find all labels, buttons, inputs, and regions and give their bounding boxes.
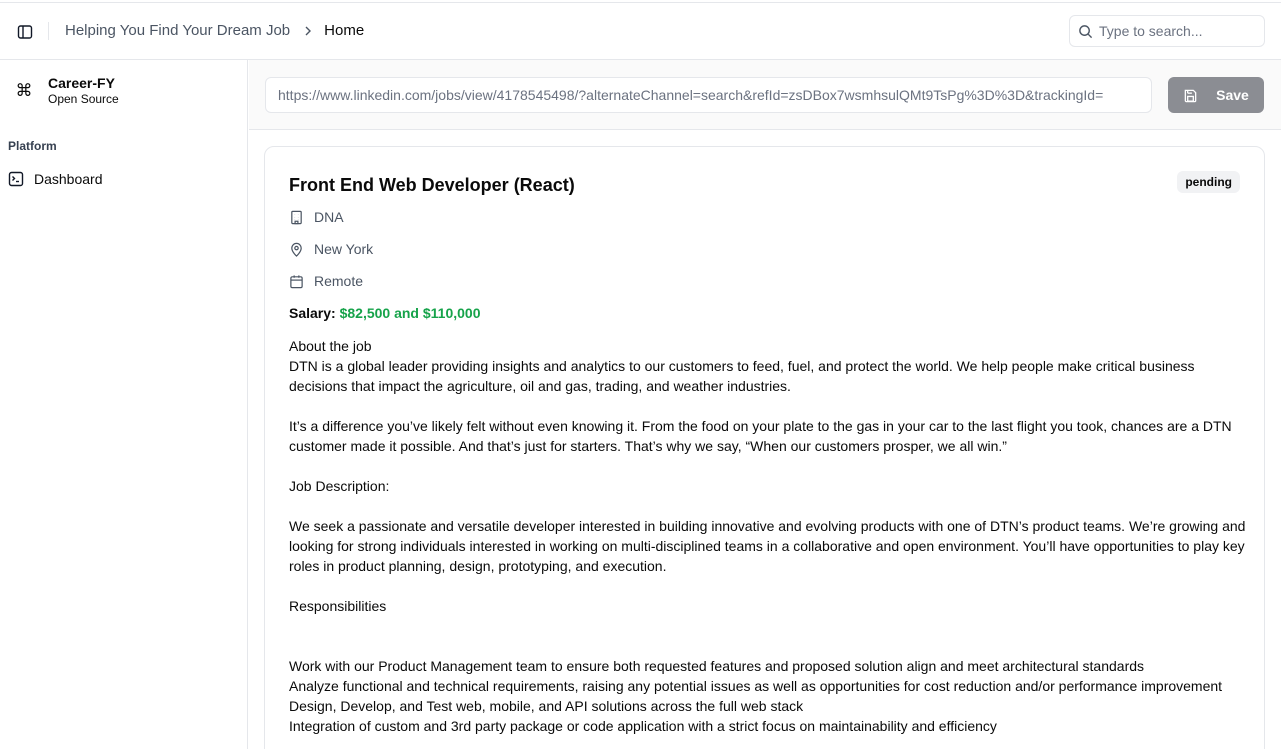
command-icon: ⌘ (15, 80, 33, 100)
salary-value: $82,500 and $110,000 (339, 305, 481, 321)
sidebar-section-platform: Platform (8, 139, 57, 153)
panel-left-icon (17, 25, 33, 39)
responsibility-item: Work with our Product Management team to… (289, 658, 1145, 674)
job-description-paragraph: We seek a passionate and versatile devel… (289, 518, 1246, 574)
top-header: Helping You Find Your Dream Job Home (0, 4, 1281, 60)
about-paragraph-2: It’s a difference you’ve likely felt wit… (289, 418, 1232, 454)
search-input[interactable] (1099, 23, 1259, 39)
map-pin-icon (291, 242, 302, 257)
brand-title: Career-FY (48, 75, 115, 91)
location-row: New York (289, 241, 373, 257)
terminal-square-icon (8, 171, 24, 187)
job-description: About the job DTN is a global leader pro… (289, 336, 1249, 736)
salary-row: Salary: $82,500 and $110,000 (289, 305, 481, 321)
work-type-row: Remote (289, 273, 363, 289)
sidebar: ⌘ Career-FY Open Source Platform Dashboa… (0, 60, 248, 749)
breadcrumb-link-home[interactable]: Helping You Find Your Dream Job (65, 22, 290, 39)
sidebar-item-label: Dashboard (34, 171, 103, 187)
responsibility-item: Analyze functional and technical require… (289, 678, 1223, 694)
save-button[interactable]: Save (1168, 77, 1264, 113)
header-divider (48, 22, 49, 40)
job-card: Front End Web Developer (React) pending … (264, 146, 1265, 749)
url-toolbar: Save (249, 60, 1281, 130)
responsibility-item: Integration of custom and 3rd party pack… (289, 718, 997, 734)
sidebar-toggle-button[interactable] (14, 21, 36, 43)
job-location: New York (314, 241, 374, 257)
job-url-input[interactable] (265, 77, 1152, 113)
salary-label: Salary: (289, 305, 336, 321)
job-description-heading: Job Description: (289, 478, 390, 494)
about-paragraph-1: DTN is a global leader providing insight… (289, 358, 1195, 394)
job-title: Front End Web Developer (React) (289, 175, 575, 195)
sidebar-item-dashboard[interactable]: Dashboard (8, 168, 240, 190)
main-content: Save Front End Web Developer (React) pen… (249, 60, 1281, 749)
company-row: DNA (289, 209, 344, 225)
status-badge: pending (1177, 171, 1240, 193)
save-button-label: Save (1216, 87, 1249, 103)
calendar-icon (290, 274, 303, 288)
about-heading: About the job (289, 338, 372, 354)
work-type: Remote (314, 273, 364, 289)
breadcrumb: Helping You Find Your Dream Job Home (65, 22, 364, 39)
company-name: DNA (314, 209, 344, 225)
save-icon (1184, 89, 1197, 102)
responsibility-item: Design, Develop, and Test web, mobile, a… (289, 698, 804, 714)
chevron-right-icon (302, 25, 314, 37)
building-icon (291, 210, 302, 224)
responsibilities-heading: Responsibilities (289, 598, 387, 614)
brand[interactable]: ⌘ Career-FY Open Source (14, 74, 119, 107)
breadcrumb-current: Home (324, 22, 365, 39)
search-icon (1079, 24, 1093, 38)
window-top-edge (0, 0, 1281, 3)
brand-subtitle: Open Source (48, 92, 119, 106)
search-box[interactable] (1069, 15, 1265, 47)
